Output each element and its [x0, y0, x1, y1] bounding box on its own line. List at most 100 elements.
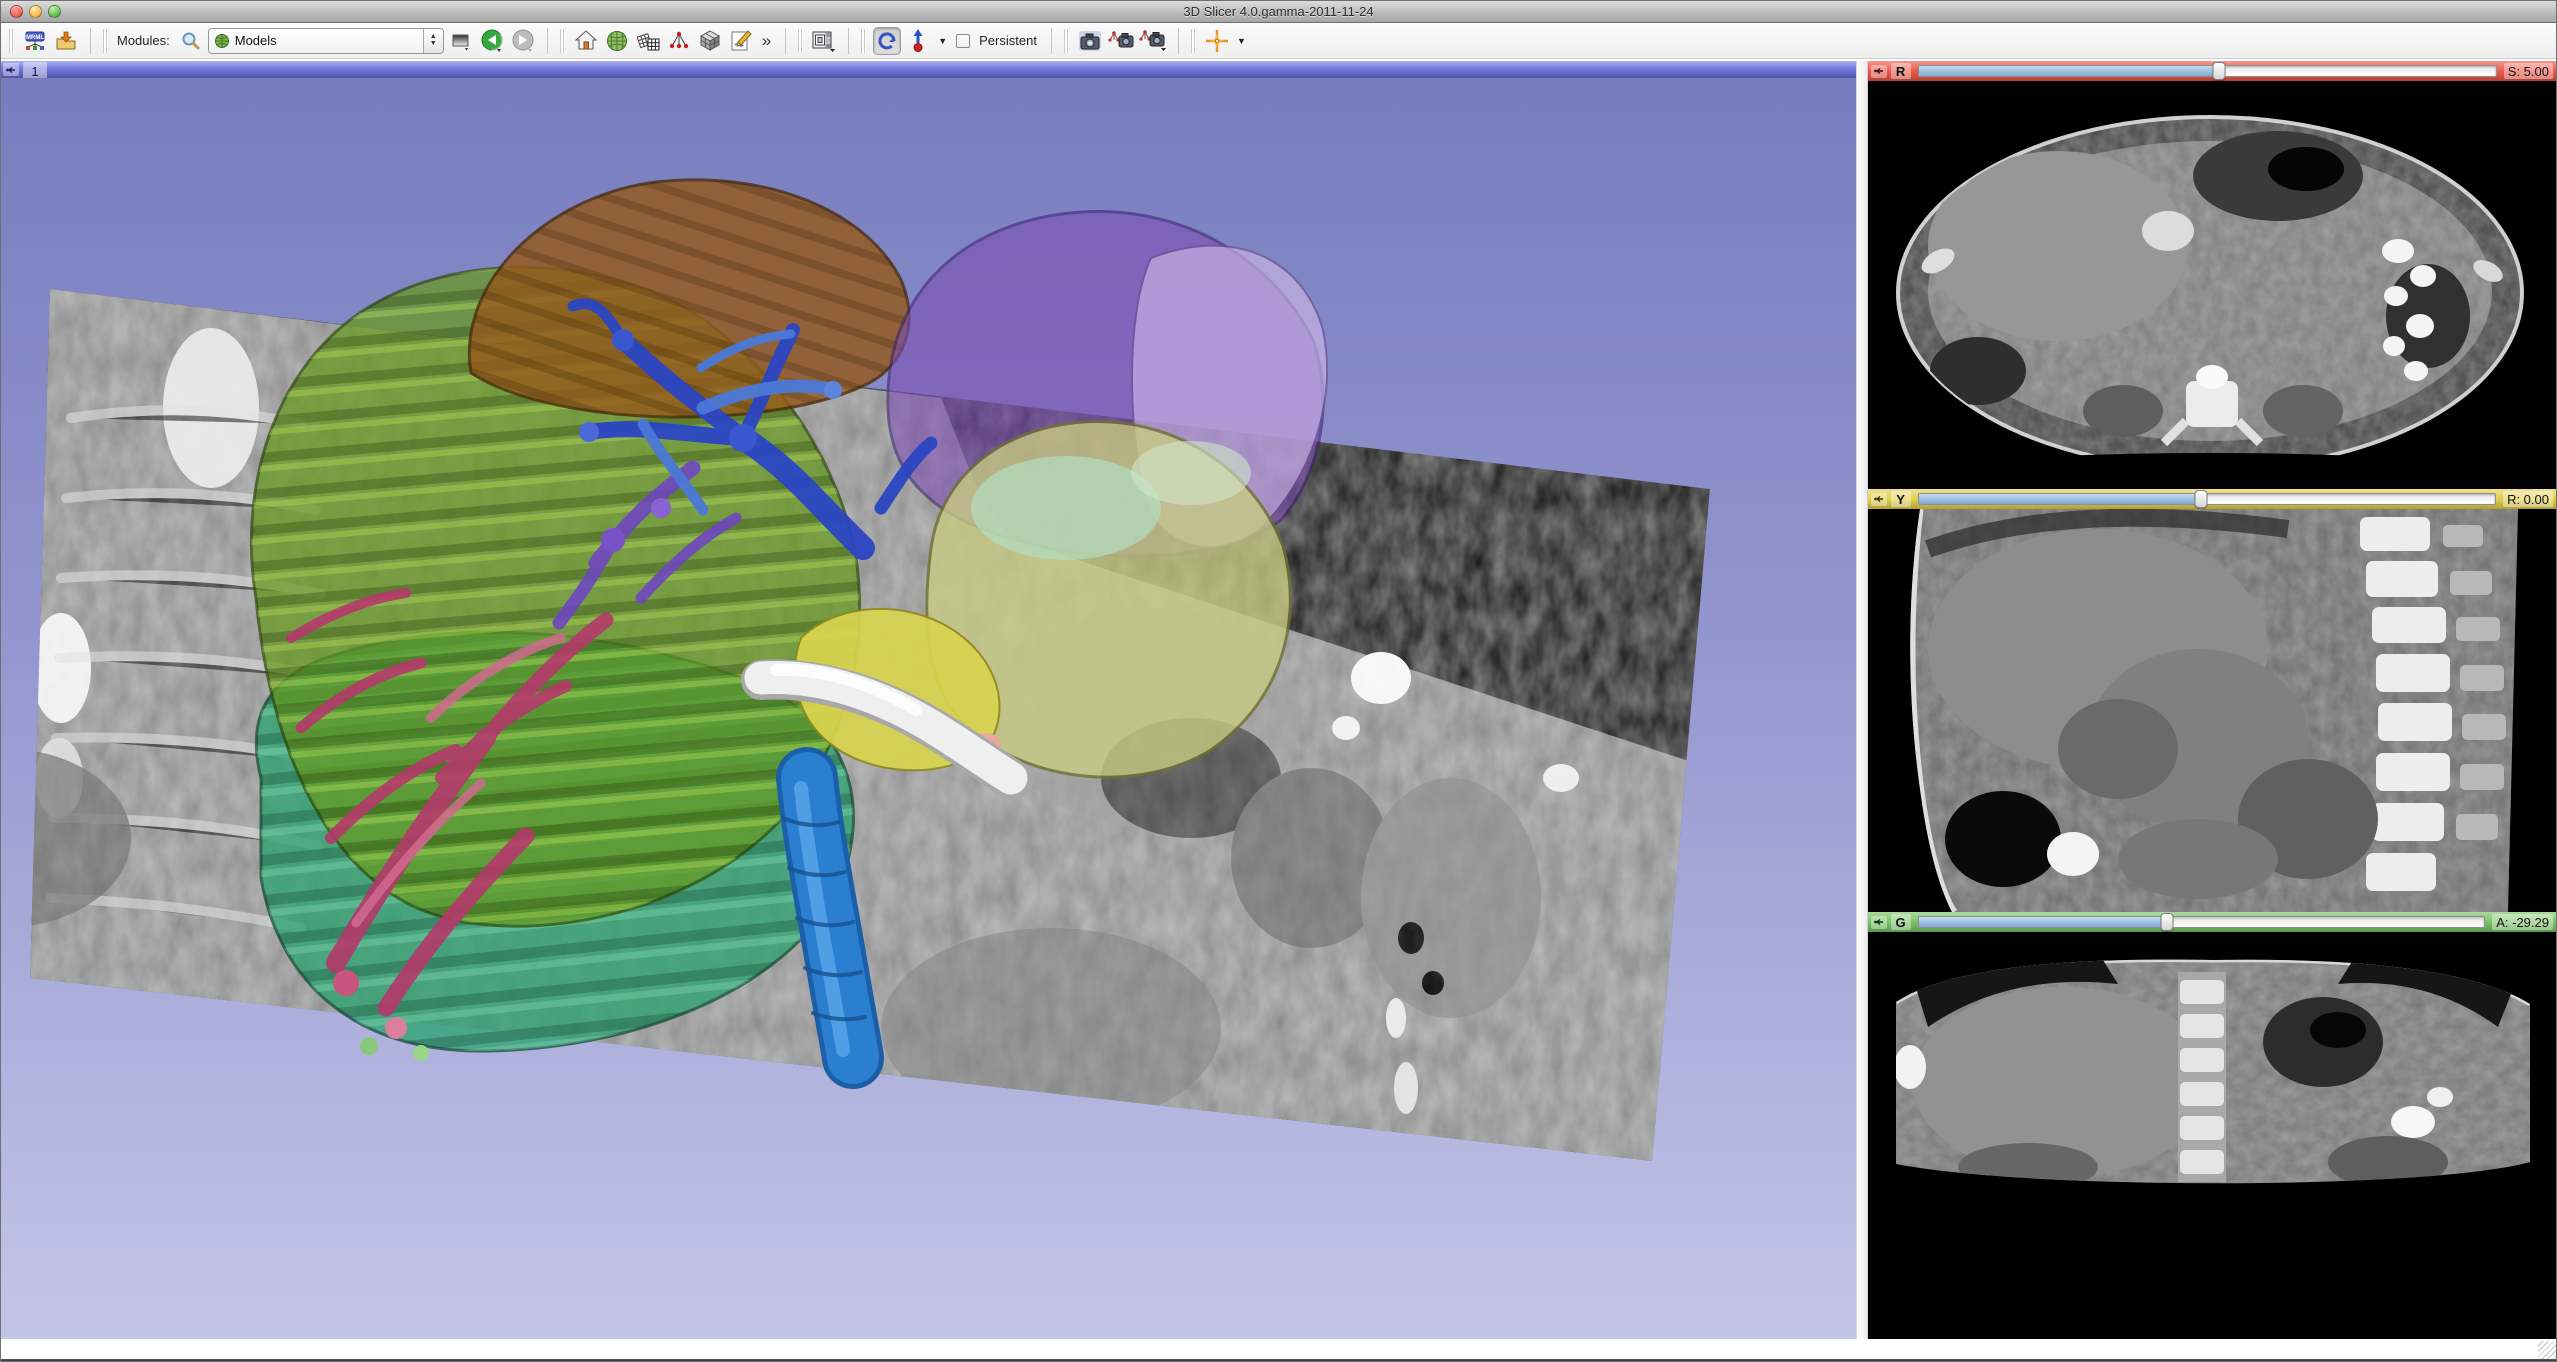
scene-view-restore-icon: [1138, 28, 1168, 54]
selected-module: Models: [230, 33, 423, 48]
annotations-module-button[interactable]: [665, 27, 693, 55]
slice-viewport-red[interactable]: [1868, 81, 2556, 489]
crosshair-button[interactable]: [1203, 27, 1231, 55]
module-forward-icon: [510, 28, 536, 54]
slice-bar-yellow[interactable]: Y R: 0.00: [1868, 489, 2556, 509]
module-search-button[interactable]: [177, 27, 205, 55]
resize-grip[interactable]: [2538, 1341, 2556, 1359]
modules-label: Modules:: [117, 33, 170, 48]
slice-label-red: R: [1891, 63, 1911, 79]
module-combobox-stepper[interactable]: ▲▼: [423, 29, 443, 53]
module-back-button[interactable]: [478, 27, 506, 55]
slice-bar-red[interactable]: R S: 5.00: [1868, 61, 2556, 81]
pin-icon[interactable]: [1871, 493, 1887, 506]
editor-module-button[interactable]: [727, 27, 755, 55]
threed-viewport[interactable]: [1, 78, 1856, 1339]
minimize-button[interactable]: [29, 5, 42, 18]
toolbar-drag-handle[interactable]: [1191, 29, 1196, 53]
toolbar-separator: [848, 28, 849, 54]
transforms-module-button[interactable]: [634, 27, 662, 55]
slider-fill: [1919, 66, 2220, 76]
svg-text:MRML: MRML: [26, 35, 44, 41]
module-forward-button[interactable]: [509, 27, 537, 55]
models-module-icon: [214, 33, 230, 49]
slice-label-green: G: [1891, 914, 1911, 930]
central-widget: 1: [1, 59, 2556, 1339]
slice-offset-yellow: R: 0.00: [2503, 491, 2553, 507]
modules-combobox[interactable]: Models ▲▼: [208, 28, 444, 54]
pin-icon[interactable]: [3, 63, 19, 76]
main-toolbar: MRML Modules:: [1, 23, 2556, 59]
slice-offset-green: A: -29.29: [2492, 914, 2553, 930]
close-button[interactable]: [10, 5, 23, 18]
pin-icon[interactable]: [1871, 916, 1887, 929]
pin-icon[interactable]: [1871, 65, 1887, 78]
editor-module-icon: [728, 28, 754, 54]
save-scene-icon: [54, 29, 78, 53]
slice-bar-green[interactable]: G A: -29.29: [1868, 912, 2556, 932]
zoom-button[interactable]: [48, 5, 61, 18]
volumes-module-button[interactable]: [696, 27, 724, 55]
toolbar-drag-handle[interactable]: [1064, 29, 1069, 53]
scene-view-restore-button[interactable]: [1138, 27, 1168, 55]
window-title: 3D Slicer 4.0.gamma-2011-11-24: [1183, 4, 1373, 19]
models-favorite-icon: [604, 28, 630, 54]
crosshair-icon: [1205, 28, 1229, 54]
slice-view-panel: R S: 5.00: [1868, 61, 2556, 1339]
crosshair-dropdown-icon[interactable]: ▼: [1237, 36, 1246, 46]
load-scene-button[interactable]: MRML: [21, 27, 49, 55]
home-module-icon: [573, 28, 599, 54]
models-favorite-button[interactable]: [603, 27, 631, 55]
toolbar-drag-handle[interactable]: [560, 29, 565, 53]
toolbar-drag-handle[interactable]: [798, 29, 803, 53]
slice-slider-red[interactable]: [1918, 65, 2497, 77]
place-fiducial-button[interactable]: [904, 27, 932, 55]
toolbar-separator: [547, 28, 548, 54]
toolbar-separator: [90, 28, 91, 54]
home-module-button[interactable]: [572, 27, 600, 55]
slice-view-red: R S: 5.00: [1868, 61, 2556, 489]
slice-slider-yellow[interactable]: [1918, 493, 2497, 505]
scene-view-capture-button[interactable]: [1107, 27, 1135, 55]
toolbar-drag-handle[interactable]: [9, 29, 14, 53]
slice-label-yellow: Y: [1891, 491, 1911, 507]
threed-scene: [1, 78, 1856, 1339]
module-history-button[interactable]: [447, 27, 475, 55]
layout-selector-button[interactable]: [810, 27, 838, 55]
threed-view-controller-bar[interactable]: 1: [1, 61, 1856, 78]
slice-view-green: G A: -29.29: [1868, 912, 2556, 1339]
toolbar-overflow-button[interactable]: »: [758, 31, 775, 51]
toolbar-separator: [1051, 28, 1052, 54]
panel-splitter[interactable]: [1856, 61, 1868, 1339]
module-search-icon: [180, 30, 202, 52]
app-window: 3D Slicer 4.0.gamma-2011-11-24 MRML Modu…: [0, 0, 2557, 1362]
slice-slider-green[interactable]: [1918, 916, 2486, 928]
slider-fill: [1919, 917, 2169, 927]
place-fiducial-icon: [908, 28, 928, 54]
slice-viewport-yellow[interactable]: [1868, 509, 2556, 912]
slider-fill: [1919, 494, 2202, 504]
slider-handle[interactable]: [2161, 913, 2174, 931]
module-history-icon: [449, 29, 473, 53]
place-mode-dropdown-icon[interactable]: ▼: [938, 36, 947, 46]
volumes-module-icon: [697, 28, 723, 54]
annotations-module-icon: [666, 28, 692, 54]
screenshot-button[interactable]: [1076, 27, 1104, 55]
save-scene-button[interactable]: [52, 27, 80, 55]
toolbar-drag-handle[interactable]: [861, 29, 866, 53]
threed-view: 1: [1, 61, 1856, 1339]
slider-handle[interactable]: [2195, 490, 2208, 508]
rotate-mouse-mode-icon: [875, 29, 899, 53]
slice-view-yellow: Y R: 0.00: [1868, 489, 2556, 912]
transforms-module-icon: [635, 28, 661, 54]
rotate-mouse-mode-button[interactable]: [873, 27, 901, 55]
slider-handle[interactable]: [2212, 62, 2225, 80]
status-bar: [1, 1339, 2556, 1359]
slice-offset-red: S: 5.00: [2504, 63, 2553, 79]
slice-viewport-green[interactable]: [1868, 932, 2556, 1339]
load-scene-mrml-icon: MRML: [23, 29, 47, 53]
title-bar: 3D Slicer 4.0.gamma-2011-11-24: [1, 1, 2556, 23]
persistent-checkbox[interactable]: [956, 34, 970, 48]
persistent-label: Persistent: [979, 33, 1037, 48]
toolbar-drag-handle[interactable]: [103, 29, 108, 53]
